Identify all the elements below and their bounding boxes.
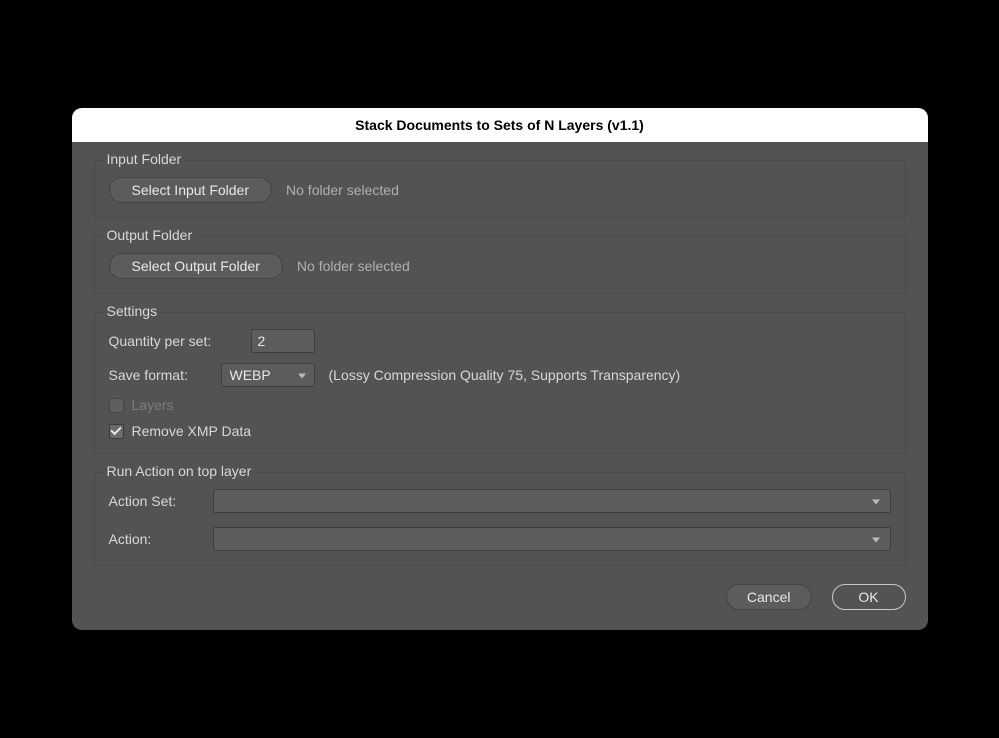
run-action-group: Run Action on top layer Action Set: Acti…: [94, 472, 906, 566]
remove-xmp-label: Remove XMP Data: [132, 423, 252, 439]
quantity-input[interactable]: [251, 329, 315, 353]
output-folder-legend: Output Folder: [103, 227, 197, 243]
output-folder-status: No folder selected: [297, 258, 410, 274]
dialog-window: Stack Documents to Sets of N Layers (v1.…: [72, 108, 928, 630]
select-input-folder-button[interactable]: Select Input Folder: [109, 177, 273, 203]
dialog-footer: Cancel OK: [94, 584, 906, 610]
settings-legend: Settings: [103, 303, 162, 319]
output-folder-group: Output Folder Select Output Folder No fo…: [94, 236, 906, 294]
action-set-select[interactable]: [213, 489, 891, 513]
input-folder-group: Input Folder Select Input Folder No fold…: [94, 160, 906, 218]
layers-checkbox-label: Layers: [132, 397, 174, 413]
action-label: Action:: [109, 531, 199, 547]
input-folder-legend: Input Folder: [103, 151, 186, 167]
titlebar: Stack Documents to Sets of N Layers (v1.…: [72, 108, 928, 142]
dialog-content: Input Folder Select Input Folder No fold…: [72, 142, 928, 630]
dialog-title: Stack Documents to Sets of N Layers (v1.…: [355, 117, 644, 133]
remove-xmp-checkbox[interactable]: [109, 424, 124, 439]
format-select[interactable]: WEBP: [221, 363, 315, 387]
layers-checkbox: [109, 398, 124, 413]
cancel-button[interactable]: Cancel: [726, 584, 812, 610]
action-select[interactable]: [213, 527, 891, 551]
format-hint: (Lossy Compression Quality 75, Supports …: [329, 367, 681, 383]
ok-button[interactable]: OK: [832, 584, 906, 610]
format-label: Save format:: [109, 367, 207, 383]
quantity-label: Quantity per set:: [109, 333, 237, 349]
run-action-legend: Run Action on top layer: [103, 463, 256, 479]
action-set-label: Action Set:: [109, 493, 199, 509]
select-output-folder-button[interactable]: Select Output Folder: [109, 253, 283, 279]
input-folder-status: No folder selected: [286, 182, 399, 198]
settings-group: Settings Quantity per set: Save format: …: [94, 312, 906, 454]
